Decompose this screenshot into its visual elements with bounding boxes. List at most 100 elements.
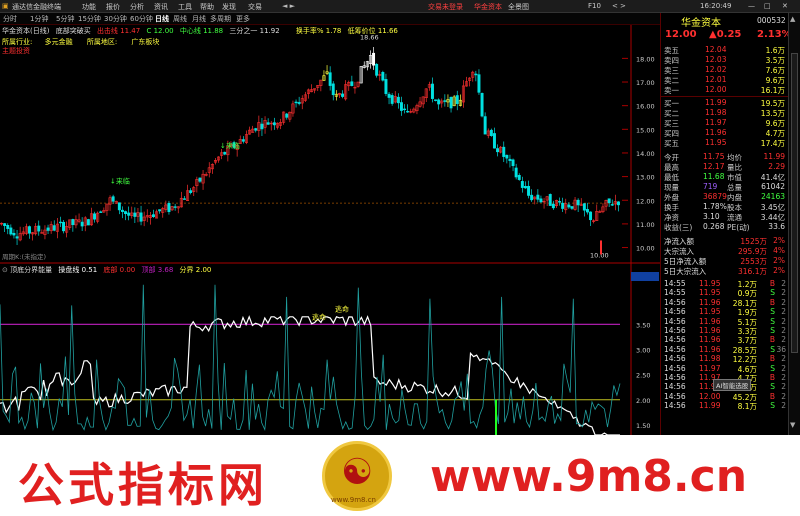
- tick-count: 2: [781, 297, 786, 307]
- menu-item-discover[interactable]: 发现: [222, 2, 236, 12]
- menu-item-help[interactable]: 帮助: [200, 2, 214, 12]
- back-arrow-icon[interactable]: ◄ ►: [282, 2, 295, 10]
- kline-chart-area[interactable]: 18.00 17.00 16.00 15.00 14.00 13.00 12.00 11.00…: [0, 25, 660, 435]
- buy-line-value: 11.47: [120, 27, 141, 35]
- candle-body: [133, 212, 137, 217]
- energy-line: [0, 284, 621, 432]
- ind-y-tick-label: 2.00: [636, 397, 650, 405]
- ind-y-tick-label: 3.50: [636, 321, 650, 329]
- candle-body: [455, 95, 459, 104]
- bid-price: 11.99: [705, 98, 727, 107]
- tick-side: S: [770, 344, 775, 354]
- candle-body: [508, 158, 512, 161]
- scroll-up-icon[interactable]: ▲: [790, 15, 795, 23]
- quote-header: 华金资本 000532: [663, 14, 787, 29]
- tick-time: 14:56: [664, 363, 686, 373]
- menu-item-trade[interactable]: 交易: [248, 2, 262, 12]
- menu-item-news[interactable]: 资讯: [154, 2, 168, 12]
- candle-body: [576, 199, 580, 206]
- next-stock-button[interactable]: >: [620, 2, 626, 10]
- y-tick-label: 13.00: [636, 174, 655, 182]
- stat-value: 12.17: [703, 162, 725, 171]
- bid-label: 买五: [664, 139, 679, 148]
- candle-body: [285, 113, 289, 118]
- app-name: 通达信金融终端: [12, 3, 61, 11]
- escape-label-1: 逃命: [312, 312, 326, 321]
- candle-body: [71, 219, 75, 226]
- signal-marker-top: ↓来临: [220, 141, 240, 150]
- period-tab-more[interactable]: 更多: [236, 14, 250, 24]
- f10-button[interactable]: F10: [588, 2, 601, 10]
- candle-body: [527, 185, 531, 196]
- menu-item-quote[interactable]: 报价: [106, 2, 120, 12]
- trade-login-status[interactable]: 交易未登录: [428, 2, 463, 12]
- period-toolbar: 分时 1分钟 5分钟 15分钟 30分钟 60分钟 日线 周线 月线 多周期 更…: [0, 13, 660, 25]
- candle-body: [517, 174, 521, 180]
- tick-time: 14:56: [664, 297, 686, 307]
- stat-label: 收益(三): [664, 223, 693, 232]
- candle-body: [6, 224, 10, 229]
- formula-name[interactable]: 底部突破买: [56, 27, 91, 35]
- ind-top-value: 3.68: [157, 266, 174, 274]
- scroll-down-icon[interactable]: ▼: [790, 421, 795, 429]
- period-tab-30min[interactable]: 30分钟: [104, 14, 127, 24]
- ind-split-value: 2.00: [195, 266, 212, 274]
- ai-popup[interactable]: AI智能选股: [713, 379, 752, 391]
- flow-value: 316.1万: [738, 267, 767, 276]
- kline-chart-svg[interactable]: 18.00 17.00 16.00 15.00 14.00 13.00 12.00 11.00…: [0, 25, 660, 435]
- candle-body: [120, 209, 124, 212]
- menu-item-tools[interactable]: 工具: [178, 2, 192, 12]
- candle-body: [582, 203, 586, 211]
- tick-price: 11.97: [699, 363, 721, 373]
- tick-time: 14:56: [664, 335, 686, 345]
- tick-time: 14:56: [664, 354, 686, 364]
- candle-body: [511, 159, 515, 167]
- period-tab-multi[interactable]: 多周期: [210, 14, 231, 24]
- banner-left-text: 公式指标网: [18, 458, 268, 512]
- stat-value: 11.68: [703, 172, 725, 181]
- candle-body: [396, 96, 400, 104]
- low-chip-value: 11.66: [377, 27, 398, 35]
- period-tab-15min[interactable]: 15分钟: [78, 14, 101, 24]
- y-tick-label: 12.00: [636, 197, 655, 205]
- right-scrollbar[interactable]: ▲ ▼: [788, 13, 800, 435]
- period-tab-5min[interactable]: 5分钟: [56, 14, 74, 24]
- candle-body: [474, 73, 478, 76]
- indicator-name[interactable]: 顶底分界能量: [10, 266, 52, 274]
- theme-flag[interactable]: 主题投资: [2, 46, 30, 56]
- candle-body: [254, 128, 258, 131]
- period-tab-timeshare[interactable]: 分时: [3, 14, 17, 24]
- tick-time: 14:56: [664, 307, 686, 317]
- menu-item-analysis[interactable]: 分析: [130, 2, 144, 12]
- tick-side: B: [769, 297, 775, 307]
- period-tab-daily[interactable]: 日线: [155, 14, 169, 24]
- minimize-icon[interactable]: —: [748, 2, 755, 10]
- maximize-icon[interactable]: □: [764, 2, 771, 10]
- tick-count: 2: [781, 373, 786, 382]
- candle-body: [341, 93, 345, 97]
- bid-row: 买五 11.95 17.4万: [663, 138, 787, 149]
- menu-item-function[interactable]: 功能: [82, 2, 96, 12]
- tick-side: S: [770, 316, 775, 326]
- period-tab-monthly[interactable]: 月线: [192, 14, 206, 24]
- period-tab-60min[interactable]: 60分钟: [130, 14, 153, 24]
- candle-body: [241, 139, 245, 142]
- period-tab-weekly[interactable]: 周线: [173, 14, 187, 24]
- flow-pct: 4%: [773, 246, 785, 255]
- quote-price: 12.00: [665, 29, 697, 40]
- close-icon[interactable]: ✕: [782, 2, 788, 10]
- stat-value: 1.78%: [703, 202, 727, 211]
- app-logo-icon: ▣: [2, 2, 9, 10]
- prev-stock-button[interactable]: <: [612, 2, 618, 10]
- industry-tag[interactable]: 多元金融: [45, 38, 73, 46]
- tick-count: 2: [781, 363, 786, 373]
- panorama-button[interactable]: 全景图: [508, 2, 529, 12]
- candle-body: [223, 151, 227, 155]
- ask-price: 12.02: [705, 65, 727, 74]
- scroll-thumb[interactable]: [791, 53, 798, 353]
- stat-value-2: 33.6: [768, 222, 785, 231]
- tick-price: 11.96: [699, 316, 721, 326]
- period-tab-1min[interactable]: 1分钟: [30, 14, 48, 24]
- candle-body: [492, 133, 496, 149]
- region-tag[interactable]: 广东板块: [131, 38, 159, 46]
